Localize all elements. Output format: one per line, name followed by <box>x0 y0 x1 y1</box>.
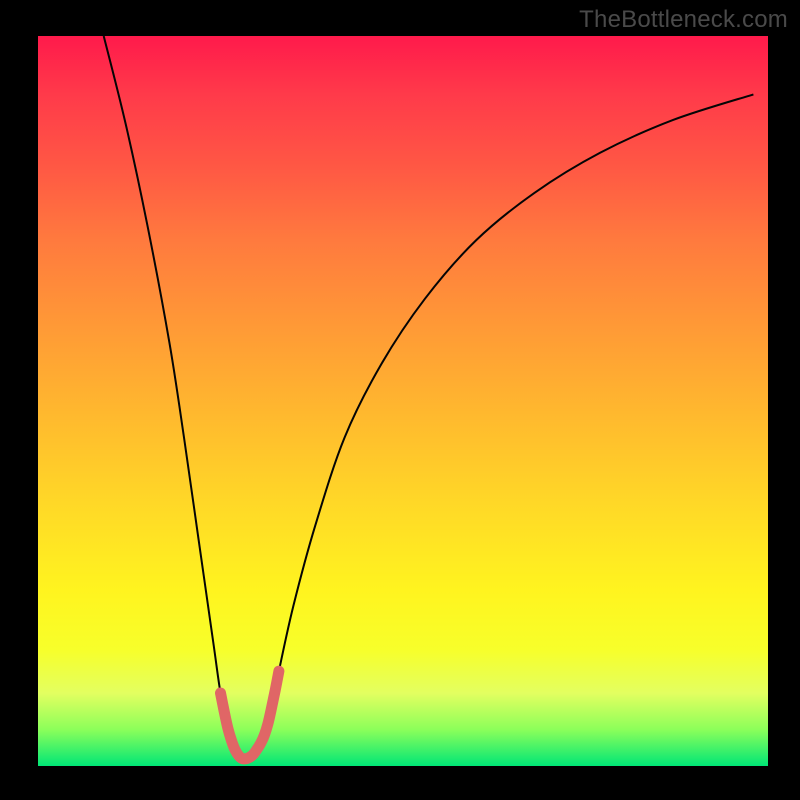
highlight-band <box>221 671 279 759</box>
frame-left <box>0 0 38 800</box>
chart-svg <box>38 36 768 766</box>
chart-plot-area <box>38 36 768 766</box>
bottleneck-curve <box>104 36 754 760</box>
frame-right <box>768 0 800 800</box>
frame-bottom <box>0 766 800 800</box>
watermark-text: TheBottleneck.com <box>579 6 788 34</box>
